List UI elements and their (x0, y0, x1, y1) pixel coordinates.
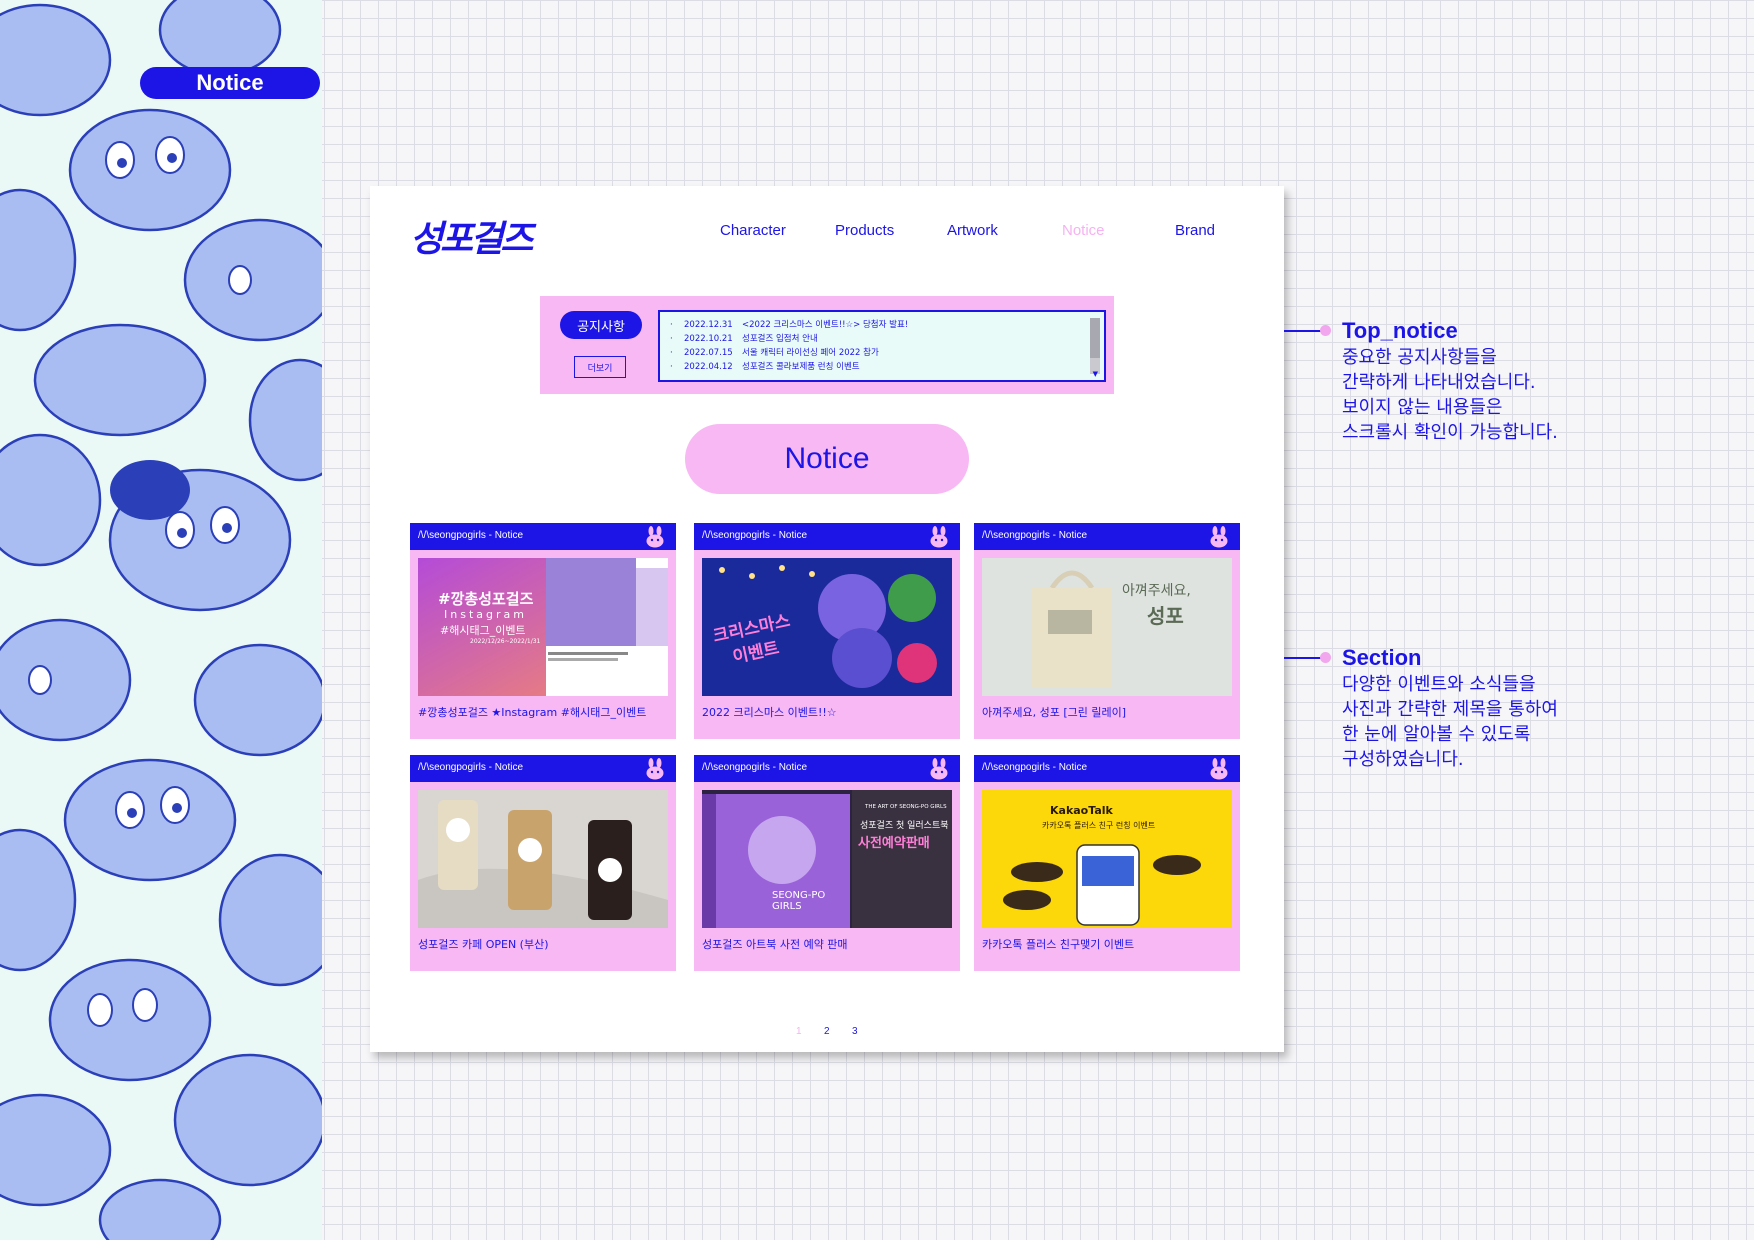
kakao-title: 카카오톡 플러스 친구 런칭 이벤트 (1042, 821, 1156, 830)
notice-list[interactable]: · 2022.12.31 <2022 크리스마스 이벤트!!☆> 당첨자 발표! ·… (658, 310, 1106, 382)
list-item[interactable]: · 2022.04.12 성포걸즈 콜라보제품 런칭 이벤트 (670, 360, 860, 372)
notice-text: 성포걸즈 콜라보제품 런칭 이벤트 (742, 362, 860, 372)
card-account-label: /\/\seongpogirls - Notice (702, 530, 808, 541)
annotation-title-section: Section (1342, 645, 1422, 670)
notice-card[interactable]: /\/\seongpogirls - Notice THE ART OF SEO… (694, 755, 960, 971)
bunny-icon (1210, 526, 1228, 548)
card-header: /\/\seongpogirls - Notice (694, 523, 960, 550)
top-notice-box: 공지사항 더보기 · 2022.12.31 <2022 크리스마스 이벤트!!☆> … (540, 296, 1114, 394)
page-2-link[interactable]: 2 (824, 1026, 830, 1037)
nav-item-artwork[interactable]: Artwork (947, 222, 998, 239)
insta-date: 2022/12/26~2022/1/31 (470, 638, 541, 645)
notice-card[interactable]: /\/\seongpogirls - Notice KakaoTalk 카카오톡… (974, 755, 1240, 971)
nav-item-notice[interactable]: Notice (1062, 222, 1105, 239)
annotation-body-section: 다양한 이벤트와 소식들을 사진과 간략한 제목을 통하여 한 눈에 알아볼 수… (1342, 674, 1558, 770)
card-image-cafe-open[interactable] (418, 790, 668, 928)
notice-card[interactable]: /\/\seongpogirls - Notice #깡총성포걸즈 Instag… (410, 523, 676, 739)
card-account-label: /\/\seongpogirls - Notice (982, 762, 1088, 773)
nav-item-character[interactable]: Character (720, 222, 786, 239)
bunny-icon (646, 758, 664, 780)
card-image-artbook[interactable]: THE ART OF SEONG-PO GIRLS 성포걸즈 첫 일러스트북 사… (702, 790, 952, 928)
bunny-icon (930, 758, 948, 780)
annotation-body-top-notice: 중요한 공지사항들을 간략하게 나타내었습니다. 보이지 않는 내용들은 스크롤… (1342, 347, 1558, 443)
card-account-label: /\/\seongpogirls - Notice (702, 762, 808, 773)
insta-tag: #해시태그_이벤트 (440, 624, 526, 637)
notice-card[interactable]: /\/\seongpogirls - Notice 크리스마스 이벤트 2022… (694, 523, 960, 739)
scroll-down-icon[interactable]: ▼ (1093, 370, 1098, 378)
insta-title: #깡총성포걸즈 (438, 590, 534, 608)
card-account-label: /\/\seongpogirls - Notice (418, 762, 524, 773)
card-header: /\/\seongpogirls - Notice (974, 755, 1240, 782)
green-text-1: 아껴주세요, (1122, 583, 1191, 599)
card-header: /\/\seongpogirls - Notice (410, 755, 676, 782)
page-3-link[interactable]: 3 (852, 1026, 858, 1037)
page-1-link[interactable]: 1 (796, 1026, 802, 1037)
card-caption[interactable]: 성포걸즈 아트북 사전 예약 판매 (702, 936, 952, 952)
website-mockup: 성포걸즈 Character Products Artwork Notice B… (370, 186, 1284, 1052)
kakao-brand: KakaoTalk (1050, 804, 1113, 817)
scrollbar-thumb[interactable] (1090, 318, 1100, 358)
card-image-green-relay[interactable]: 아껴주세요, 성포 (982, 558, 1232, 696)
card-header: /\/\seongpogirls - Notice (694, 755, 960, 782)
notice-text: 성포걸즈 입점처 안내 (742, 334, 818, 344)
notice-card[interactable]: /\/\seongpogirls - Notice 성포걸즈 카페 OPEN (… (410, 755, 676, 971)
notice-heading: Notice (685, 424, 969, 494)
artbook-title: 성포걸즈 첫 일러스트북 (860, 821, 949, 831)
artbook-side: SEONG-PO GIRLS (772, 890, 826, 912)
card-image-christmas-event[interactable]: 크리스마스 이벤트 (702, 558, 952, 696)
artbook-big: 사전예약판매 (858, 836, 930, 851)
section-label-pill: Notice (140, 67, 320, 99)
notice-date: 2022.04.12 (684, 362, 733, 372)
bunny-icon (646, 526, 664, 548)
notice-date: 2022.10.21 (684, 334, 733, 344)
more-button[interactable]: 더보기 (574, 356, 626, 378)
list-item[interactable]: · 2022.12.31 <2022 크리스마스 이벤트!!☆> 당첨자 발표! (670, 318, 908, 330)
list-item[interactable]: · 2022.10.21 성포걸즈 입점처 안내 (670, 332, 818, 344)
card-image-instagram-event[interactable]: #깡총성포걸즈 Instagram #해시태그_이벤트 2022/12/26~2… (418, 558, 668, 696)
nav-item-products[interactable]: Products (835, 222, 894, 239)
green-text-2: 성포 (1147, 604, 1184, 628)
card-image-kakao-event[interactable]: KakaoTalk 카카오톡 플러스 친구 런칭 이벤트 (982, 790, 1232, 928)
card-caption[interactable]: #깡총성포걸즈 ★Instagram #해시태그_이벤트 (418, 704, 668, 720)
notice-text: 서울 캐릭터 라이선싱 페어 2022 참가 (742, 348, 879, 358)
notice-card[interactable]: /\/\seongpogirls - Notice 아껴주세요, 성포 아껴주세… (974, 523, 1240, 739)
notice-date: 2022.07.15 (684, 348, 733, 358)
bunny-icon (930, 526, 948, 548)
card-account-label: /\/\seongpogirls - Notice (982, 530, 1088, 541)
annotation-dot (1320, 325, 1331, 336)
character-pattern-illustration (0, 0, 322, 1240)
bunny-icon (1210, 758, 1228, 780)
card-header: /\/\seongpogirls - Notice (410, 523, 676, 550)
top-notice-title: 공지사항 (560, 311, 642, 339)
insta-sub: Instagram (444, 608, 527, 621)
card-caption[interactable]: 2022 크리스마스 이벤트!!☆ (702, 704, 952, 720)
card-caption[interactable]: 성포걸즈 카페 OPEN (부산) (418, 936, 668, 952)
card-caption[interactable]: 아껴주세요, 성포 [그린 릴레이] (982, 704, 1232, 720)
annotation-dot (1320, 652, 1331, 663)
card-account-label: /\/\seongpogirls - Notice (418, 530, 524, 541)
site-logo[interactable]: 성포걸즈 (410, 210, 533, 262)
artbook-top: THE ART OF SEONG-PO GIRLS (865, 804, 947, 810)
card-caption[interactable]: 카카오톡 플러스 친구맺기 이벤트 (982, 936, 1232, 952)
notice-text: <2022 크리스마스 이벤트!!☆> 당첨자 발표! (742, 320, 909, 330)
nav-item-brand[interactable]: Brand (1175, 222, 1215, 239)
annotation-title-top-notice: Top_notice (1342, 318, 1458, 343)
decorative-pattern-panel (0, 0, 322, 1240)
notice-date: 2022.12.31 (684, 320, 733, 330)
card-header: /\/\seongpogirls - Notice (974, 523, 1240, 550)
list-item[interactable]: · 2022.07.15 서울 캐릭터 라이선싱 페어 2022 참가 (670, 346, 879, 358)
